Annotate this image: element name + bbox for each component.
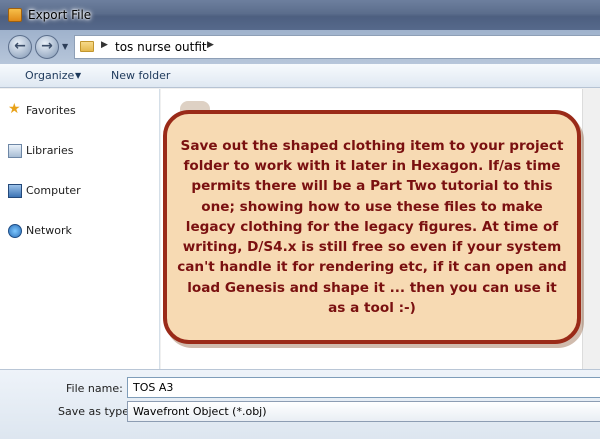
breadcrumb-separator-icon[interactable]: ▶ [101, 40, 108, 50]
save-as-type-select[interactable]: Wavefront Object (*.obj) [127, 401, 600, 422]
app-icon [8, 8, 22, 22]
folder-icon [80, 41, 94, 52]
tutorial-callout: Save out the shaped clothing item to you… [163, 110, 581, 344]
title-bar: Export File [0, 0, 600, 30]
save-as-type-label: Save as type: [58, 405, 133, 418]
navigation-pane: ★ Favorites Libraries Computer Network [0, 89, 160, 369]
back-arrow-icon: ← [14, 38, 26, 54]
organize-button[interactable]: Organize [25, 69, 74, 82]
file-name-label: File name: [66, 382, 123, 395]
vertical-scrollbar[interactable] [582, 89, 600, 369]
address-bar[interactable]: ▶ tos nurse outfit ▶ [74, 35, 600, 59]
network-icon [8, 224, 22, 238]
command-bar: Organize ▼ New folder [0, 64, 600, 88]
recent-pages-chevron-icon[interactable]: ▼ [62, 42, 68, 51]
breadcrumb-separator-icon[interactable]: ▶ [207, 40, 214, 50]
computer-icon [8, 184, 22, 198]
forward-button[interactable]: → [35, 35, 59, 59]
window-title: Export File [28, 8, 92, 22]
file-name-input[interactable] [127, 377, 600, 398]
address-row: ← → ▼ ▶ tos nurse outfit ▶ [0, 30, 600, 64]
new-folder-button[interactable]: New folder [111, 69, 170, 82]
forward-arrow-icon: → [41, 38, 53, 54]
sidebar-item-libraries[interactable]: Libraries [26, 144, 74, 157]
breadcrumb-item[interactable]: tos nurse outfit [115, 40, 207, 54]
sidebar-item-network[interactable]: Network [26, 224, 72, 237]
callout-text: Save out the shaped clothing item to you… [177, 138, 567, 316]
chevron-down-icon[interactable]: ▼ [75, 71, 81, 80]
save-panel: File name: Save as type: Wavefront Objec… [0, 369, 600, 439]
back-button[interactable]: ← [8, 35, 32, 59]
libraries-icon [8, 144, 22, 158]
star-icon: ★ [8, 101, 21, 117]
sidebar-item-favorites[interactable]: Favorites [26, 104, 76, 117]
sidebar-item-computer[interactable]: Computer [26, 184, 81, 197]
